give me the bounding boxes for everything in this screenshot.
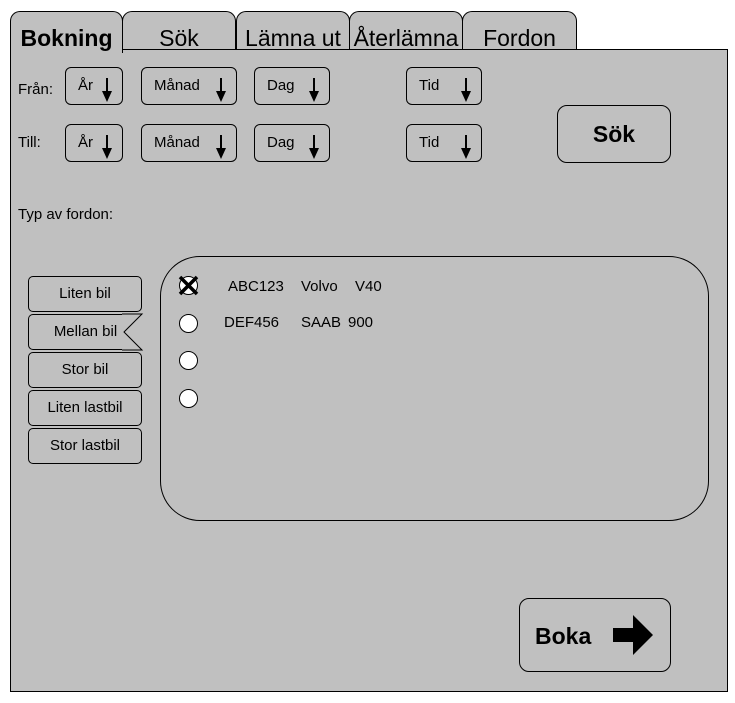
vehicle-type-small-car[interactable]: Liten bil xyxy=(28,276,142,312)
book-button-label: Boka xyxy=(535,623,592,649)
book-button[interactable]: Boka xyxy=(519,598,671,672)
to-label: Till: xyxy=(18,134,41,151)
x-mark-icon xyxy=(178,275,199,296)
vehicle-radio-4[interactable] xyxy=(179,389,198,408)
vehicle-make: SAAB xyxy=(301,314,342,331)
arrow-down-icon xyxy=(461,135,471,159)
vehicle-type-large-car[interactable]: Stor bil xyxy=(28,352,142,388)
arrow-down-icon xyxy=(309,78,319,102)
from-day-value: Dag xyxy=(267,77,295,94)
search-button[interactable]: Sök xyxy=(557,105,671,163)
arrow-down-icon xyxy=(102,78,112,102)
vehicle-type-large-truck[interactable]: Stor lastbil xyxy=(28,428,142,464)
to-month-value: Månad xyxy=(154,134,200,151)
to-year-dropdown[interactable]: År xyxy=(65,124,123,162)
from-month-value: Månad xyxy=(154,77,200,94)
arrow-down-icon xyxy=(309,135,319,159)
selected-indicator xyxy=(122,313,144,351)
vehicle-radio-3[interactable] xyxy=(179,351,198,370)
vehicle-model: V40 xyxy=(355,278,382,295)
from-year-value: År xyxy=(78,77,93,94)
arrow-down-icon xyxy=(216,135,226,159)
from-time-value: Tid xyxy=(419,77,440,94)
vehicle-radio-2[interactable] xyxy=(179,314,198,333)
arrow-down-icon xyxy=(102,135,112,159)
from-day-dropdown[interactable]: Dag xyxy=(254,67,330,105)
from-time-dropdown[interactable]: Tid xyxy=(406,67,482,105)
to-day-dropdown[interactable]: Dag xyxy=(254,124,330,162)
arrow-down-icon xyxy=(461,78,471,102)
to-year-value: År xyxy=(78,134,93,151)
vehicle-reg: ABC123 xyxy=(228,278,284,295)
vehicle-list xyxy=(160,256,709,521)
to-time-value: Tid xyxy=(419,134,440,151)
from-label: Från: xyxy=(18,81,54,98)
to-day-value: Dag xyxy=(267,134,295,151)
to-time-dropdown[interactable]: Tid xyxy=(406,124,482,162)
arrow-right-icon xyxy=(613,615,653,655)
vehicle-model: 900 xyxy=(348,314,374,331)
to-month-dropdown[interactable]: Månad xyxy=(141,124,237,162)
from-month-dropdown[interactable]: Månad xyxy=(141,67,237,105)
from-year-dropdown[interactable]: År xyxy=(65,67,123,105)
vehicle-type-label: Typ av fordon: xyxy=(18,206,114,223)
booking-form: Från: År Månad Dag Tid Till: År Månad Da… xyxy=(0,0,735,703)
vehicle-type-small-truck[interactable]: Liten lastbil xyxy=(28,390,142,426)
arrow-down-icon xyxy=(216,78,226,102)
vehicle-reg: DEF456 xyxy=(224,314,280,331)
vehicle-make: Volvo xyxy=(301,278,338,295)
